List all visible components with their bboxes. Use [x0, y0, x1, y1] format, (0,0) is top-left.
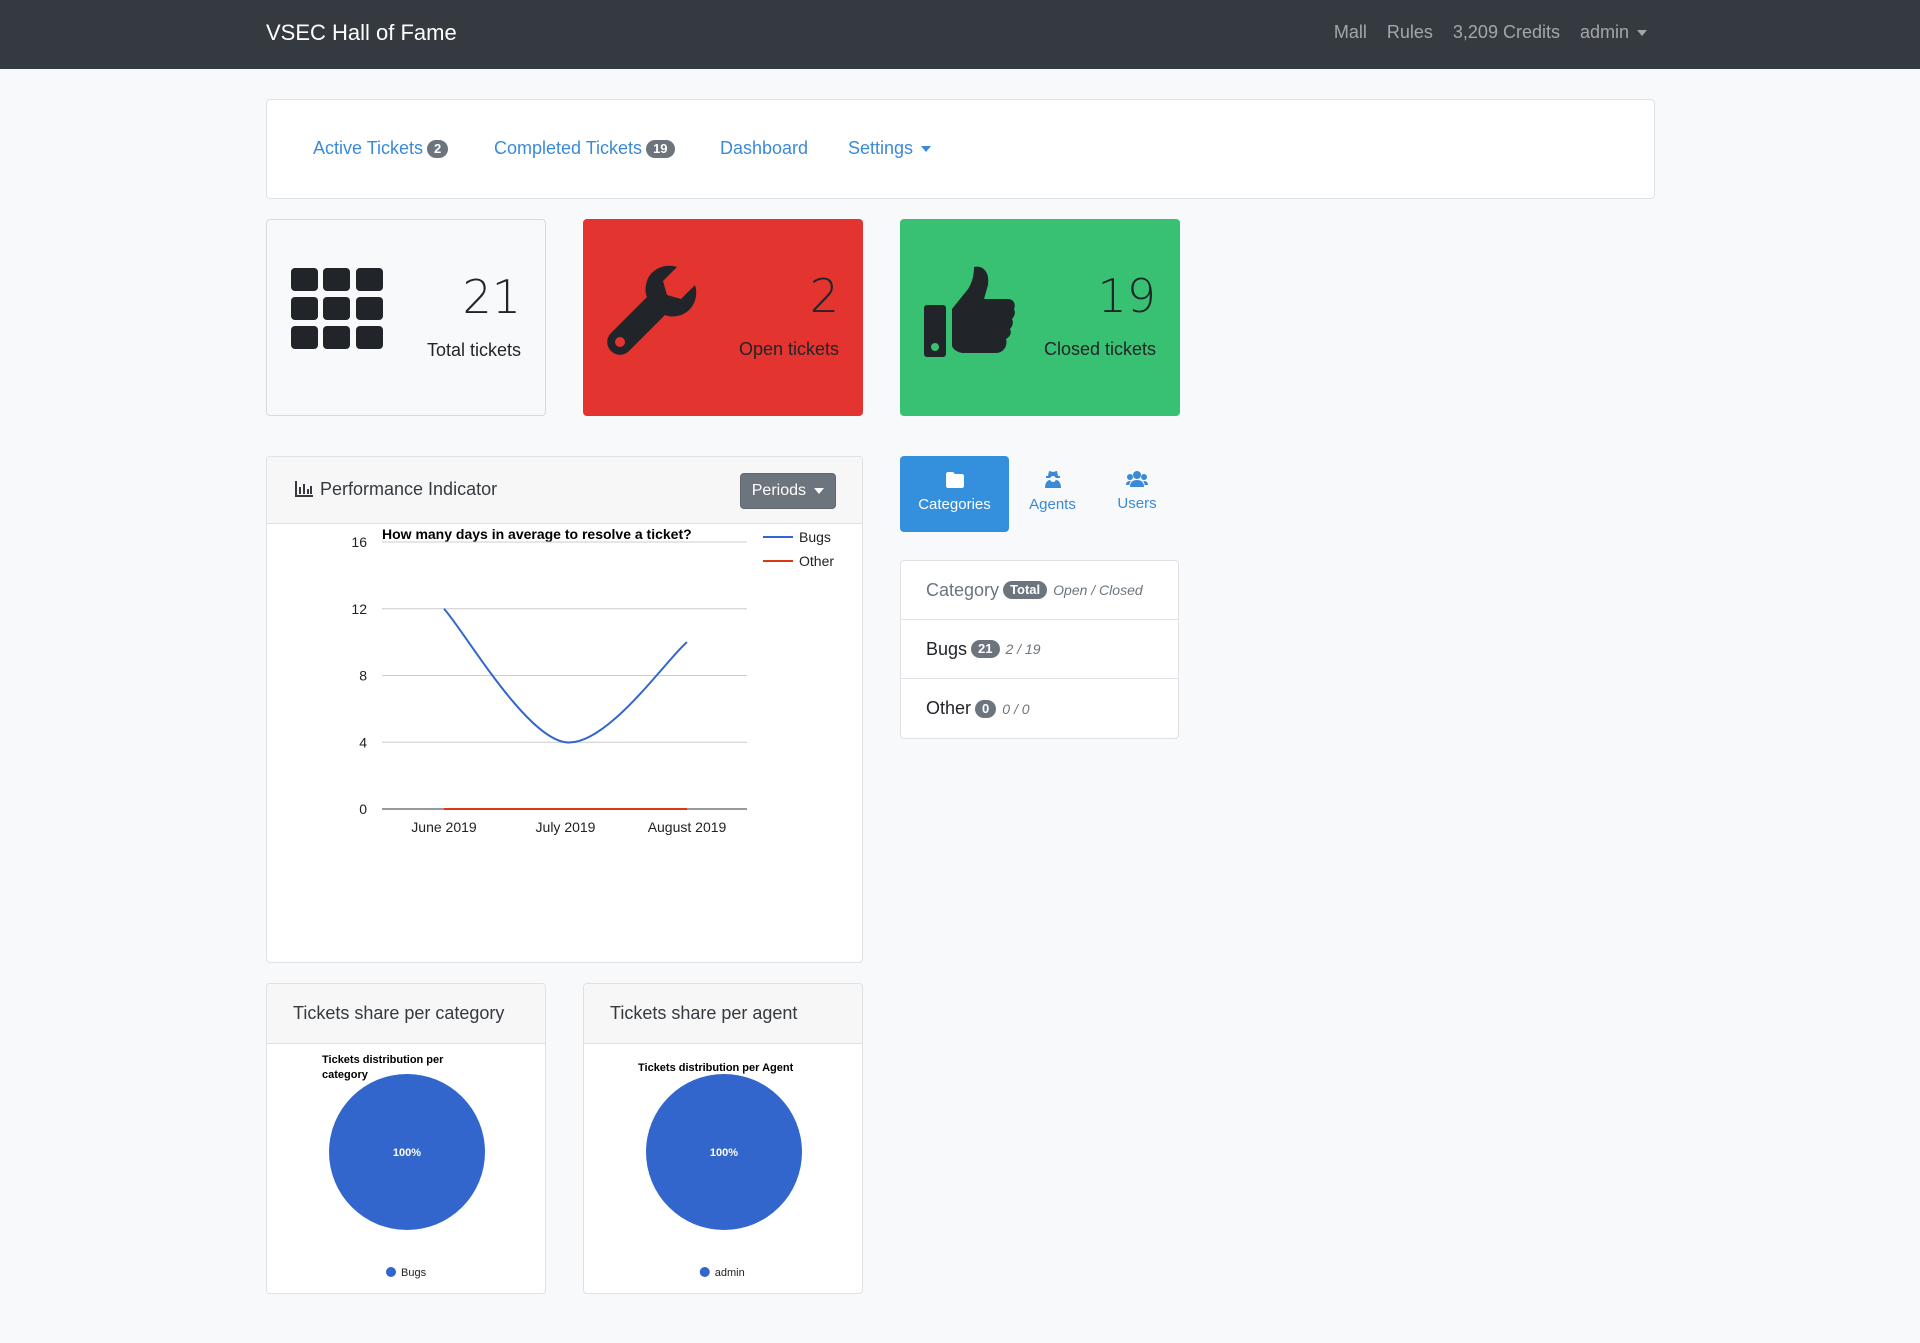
x-tick-label: August 2019: [648, 819, 727, 835]
nav-credits-link[interactable]: 3,209 Credits: [1453, 22, 1560, 43]
periods-dropdown-button[interactable]: Periods: [739, 473, 836, 509]
tab-categories[interactable]: Categories: [900, 456, 1009, 532]
active-count-badge: 2: [427, 140, 449, 159]
user-secret-icon: [1044, 471, 1061, 488]
total-badge: Total: [1003, 581, 1048, 599]
y-tick-label: 16: [351, 534, 367, 550]
tab-agents-label: Agents: [1029, 496, 1076, 513]
performance-title: Performance Indicator: [320, 479, 498, 499]
tab-settings[interactable]: Settings: [848, 138, 932, 159]
tab-completed-label: Completed Tickets: [494, 138, 643, 158]
closed-tickets-card: 19 Closed tickets: [900, 219, 1180, 416]
pie-slice-label: 100%: [393, 1147, 421, 1159]
performance-header: Performance Indicator Periods: [267, 457, 862, 524]
category-row-other[interactable]: Other 0 0 / 0: [901, 679, 1178, 738]
grid-icon: [291, 268, 383, 349]
legend-label: Other: [799, 553, 834, 569]
share-category-title: Tickets share per category: [293, 1003, 505, 1023]
caret-down-icon: [921, 146, 932, 153]
tab-dashboard[interactable]: Dashboard: [720, 138, 808, 159]
legend-swatch: [699, 1267, 710, 1277]
open-tickets-card: 2 Open tickets: [583, 219, 863, 416]
performance-card: Performance Indicator Periods How many d…: [266, 456, 863, 963]
navbar-links: Mall Rules 3,209 Credits admin: [1334, 22, 1647, 43]
category-ratio: 2 / 19: [1005, 641, 1041, 657]
caret-down-icon: [814, 487, 824, 494]
share-per-category-card: Tickets share per category Tickets distr…: [266, 983, 546, 1294]
tab-active-label: Active Tickets: [313, 138, 424, 158]
chart-title: How many days in average to resolve a ti…: [382, 526, 692, 542]
total-tickets-card: 21 Total tickets: [266, 219, 546, 416]
category-name: Bugs: [926, 638, 968, 659]
tab-users[interactable]: Users: [1096, 456, 1178, 532]
x-tick-label: July 2019: [536, 819, 596, 835]
users-icon: [1126, 471, 1148, 487]
tab-active-tickets[interactable]: Active Tickets 2: [313, 138, 449, 159]
total-tickets-value: 21: [462, 270, 521, 324]
nav-rules-link[interactable]: Rules: [1387, 22, 1433, 43]
tab-settings-label: Settings: [848, 138, 914, 158]
category-list-header: Category Total Open / Closed: [901, 561, 1178, 620]
total-tickets-label: Total tickets: [426, 340, 521, 360]
tab-users-label: Users: [1117, 495, 1157, 512]
caret-down-icon: [1637, 30, 1647, 37]
tab-completed-tickets[interactable]: Completed Tickets 19: [494, 138, 675, 159]
bar-chart-icon: [295, 481, 313, 497]
top-navbar: VSEC Hall of Fame Mall Rules 3,209 Credi…: [0, 0, 1920, 69]
share-category-header: Tickets share per category: [267, 984, 545, 1044]
completed-count-badge: 19: [646, 140, 675, 159]
wrench-icon: [607, 265, 697, 355]
y-tick-label: 0: [359, 801, 367, 817]
category-ratio: 0 / 0: [1002, 700, 1030, 717]
folder-icon: [945, 472, 964, 488]
legend-label: admin: [715, 1267, 745, 1279]
share-per-agent-card: Tickets share per agent Tickets distribu…: [583, 983, 863, 1294]
open-tickets-value: 2: [809, 269, 839, 323]
brand[interactable]: VSEC Hall of Fame: [266, 20, 457, 46]
category-row-bugs[interactable]: Bugs 21 2 / 19: [901, 620, 1178, 679]
closed-tickets-label: Closed tickets: [1043, 339, 1156, 359]
y-tick-label: 8: [359, 668, 367, 684]
thumbs-up-icon: [924, 266, 1015, 357]
legend-swatch: [386, 1267, 396, 1277]
category-list: Category Total Open / Closed Bugs 21 2 /…: [900, 560, 1179, 739]
share-agent-header: Tickets share per agent: [584, 984, 862, 1044]
tab-categories-label: Categories: [918, 496, 991, 513]
open-closed-label: Open / Closed: [1053, 582, 1143, 598]
resolve-time-line-chart: How many days in average to resolve a ti…: [351, 526, 834, 835]
legend-label: Bugs: [401, 1267, 427, 1279]
open-tickets-label: Open tickets: [738, 339, 839, 359]
nav-mall-link[interactable]: Mall: [1334, 22, 1367, 43]
category-header-label: Category: [926, 579, 1000, 600]
ticket-tabs: Active Tickets 2 Completed Tickets 19 Dash…: [266, 99, 1655, 199]
pie-slice-label: 100%: [710, 1147, 738, 1159]
legend-label: Bugs: [799, 529, 831, 545]
user-menu[interactable]: admin: [1580, 22, 1647, 43]
category-total-badge: 21: [971, 640, 1000, 658]
agent-pie-chart: 100% admin: [646, 1074, 802, 1279]
closed-tickets-value: 19: [1097, 269, 1156, 323]
y-tick-label: 4: [359, 734, 367, 750]
tab-agents[interactable]: Agents: [1009, 456, 1096, 532]
y-tick-label: 12: [351, 601, 367, 617]
category-total-badge: 0: [975, 699, 997, 718]
share-agent-title: Tickets share per agent: [610, 1003, 798, 1023]
x-tick-label: June 2019: [411, 819, 477, 835]
category-pie-chart: 100% Bugs: [329, 1074, 485, 1279]
category-name: Other: [926, 698, 972, 718]
periods-label: Periods: [751, 482, 806, 499]
user-menu-label: admin: [1579, 22, 1629, 42]
